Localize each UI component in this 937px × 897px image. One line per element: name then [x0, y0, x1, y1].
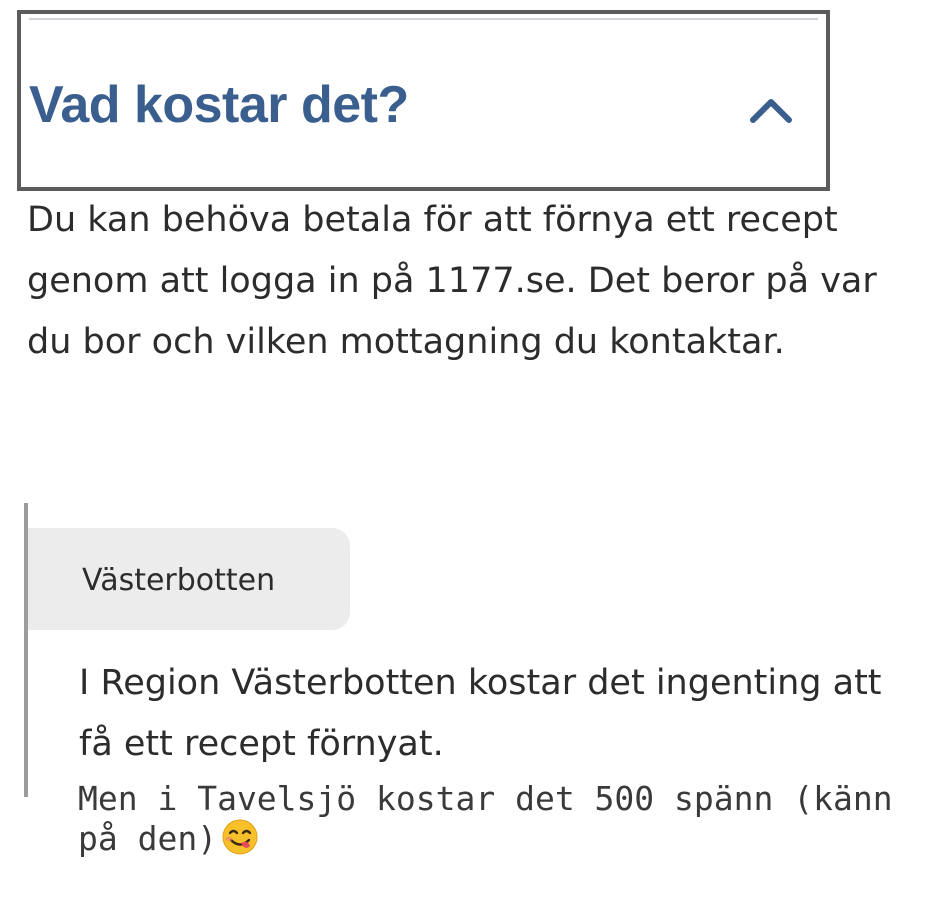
face-savoring-food-emoji-icon — [222, 819, 258, 855]
header-top-line — [29, 18, 818, 20]
region-tag: Västerbotten — [28, 528, 350, 630]
added-comment: Men i Tavelsjö kostar det 500 spänn (kän… — [78, 780, 928, 858]
intro-text: Du kan behöva betala för att förnya ett … — [27, 200, 877, 362]
chevron-up-icon[interactable] — [749, 94, 793, 124]
comment-text: Men i Tavelsjö kostar det 500 spänn (kän… — [78, 779, 893, 858]
accordion-title: Vad kostar det? — [29, 76, 409, 134]
region-tag-label: Västerbotten — [82, 563, 276, 598]
accordion-header[interactable]: Vad kostar det? — [17, 10, 830, 191]
region-cost-text: I Region Västerbotten kostar det ingenti… — [79, 663, 882, 764]
